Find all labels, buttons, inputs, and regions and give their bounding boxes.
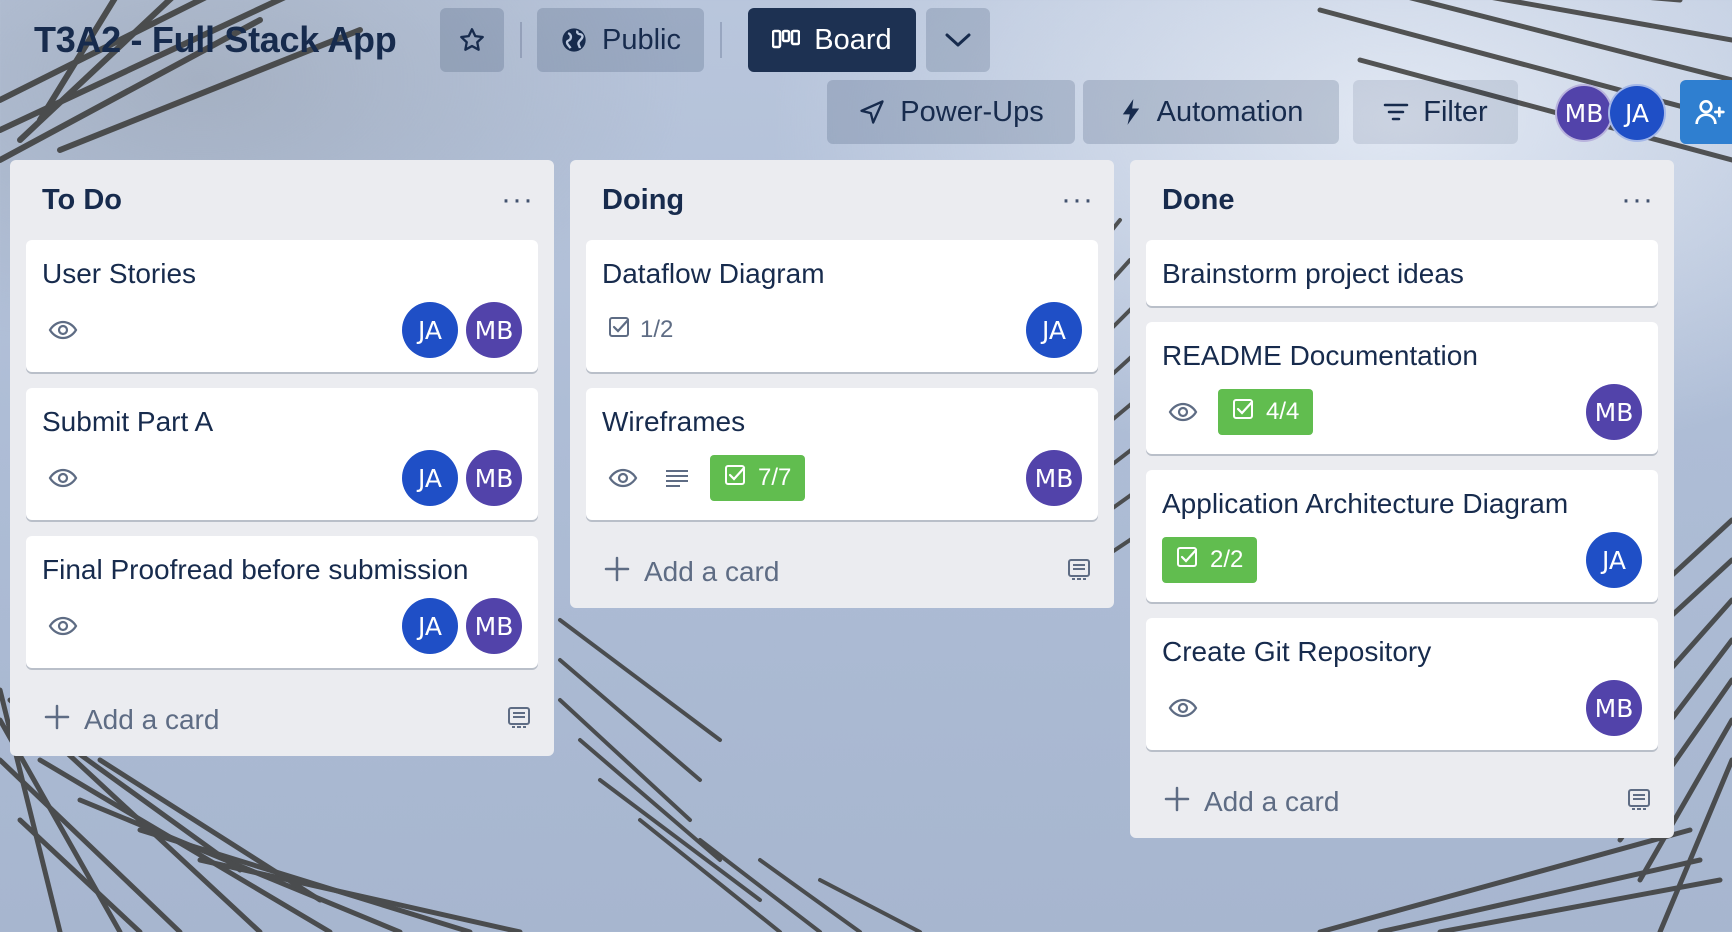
list-title[interactable]: To Do <box>42 184 122 217</box>
add-card-label: Add a card <box>1204 786 1340 817</box>
list-menu-button[interactable]: ··· <box>1621 183 1654 217</box>
chevron-down-icon <box>945 32 971 48</box>
card-title: Brainstorm project ideas <box>1162 258 1464 289</box>
list-title[interactable]: Doing <box>602 184 684 217</box>
card[interactable]: Create Git Repository MB <box>1146 618 1658 750</box>
card-title: Application Architecture Diagram <box>1162 488 1569 519</box>
checklist-icon <box>1232 397 1256 428</box>
header-divider <box>720 22 722 58</box>
list-menu-button[interactable]: ··· <box>1061 183 1094 217</box>
card-template-icon[interactable] <box>506 704 532 737</box>
filter-icon <box>1383 102 1409 122</box>
card-member-avatar[interactable]: MB <box>1026 450 1082 506</box>
checklist-count: 2/2 <box>1210 546 1244 573</box>
list-done: Done ··· Brainstorm project ideas README… <box>1130 160 1674 838</box>
card[interactable]: Submit Part A JA MB <box>26 388 538 520</box>
card-member-avatar[interactable]: MB <box>1586 680 1642 736</box>
board-title[interactable]: T3A2 - Full Stack App <box>34 18 397 62</box>
card-member-avatar[interactable]: MB <box>466 450 522 506</box>
visibility-button[interactable]: Public <box>537 8 704 72</box>
globe-icon <box>560 26 588 54</box>
plus-icon <box>604 556 630 589</box>
eye-icon <box>42 320 84 340</box>
checklist-count: 1/2 <box>640 316 674 343</box>
filter-button[interactable]: Filter <box>1353 80 1518 144</box>
automation-button[interactable]: Automation <box>1083 80 1339 144</box>
eye-icon <box>42 468 84 488</box>
checklist-count: 4/4 <box>1266 398 1300 425</box>
list-header: Done ··· <box>1130 160 1674 240</box>
list-doing: Doing ··· Dataflow Diagram 1/2 JA Wirefr… <box>570 160 1114 608</box>
card-member-avatar[interactable]: MB <box>466 598 522 654</box>
card-title: Dataflow Diagram <box>602 258 825 289</box>
board-member-avatar[interactable]: JA <box>1608 84 1666 142</box>
card-member-avatar[interactable]: JA <box>402 450 458 506</box>
plus-icon <box>1164 786 1190 819</box>
card[interactable]: README Documentation 4/4 MB <box>1146 322 1658 454</box>
eye-icon <box>1162 698 1204 718</box>
add-card-button[interactable]: Add a card <box>10 684 554 756</box>
star-icon <box>458 26 486 54</box>
card-title: Final Proofread before submission <box>42 554 469 585</box>
card[interactable]: Application Architecture Diagram 2/2 JA <box>1146 470 1658 602</box>
card[interactable]: Wireframes 7/7 MB <box>586 388 1098 520</box>
card-title: User Stories <box>42 258 197 289</box>
card[interactable]: Brainstorm project ideas <box>1146 240 1658 306</box>
checklist-icon <box>724 463 748 494</box>
checklist-badge-complete: 4/4 <box>1218 389 1314 435</box>
card-member-avatar[interactable]: MB <box>1586 384 1642 440</box>
add-card-label: Add a card <box>644 556 780 587</box>
header-divider <box>520 22 522 58</box>
list-header: Doing ··· <box>570 160 1114 240</box>
checklist-icon <box>1176 545 1200 576</box>
card-title: Wireframes <box>602 406 746 437</box>
eye-icon <box>42 616 84 636</box>
board-header: T3A2 - Full Stack App Public Board Power… <box>0 0 1732 150</box>
card-member-avatar[interactable]: JA <box>1586 532 1642 588</box>
description-icon <box>658 468 696 488</box>
board-icon <box>772 29 801 51</box>
visibility-label: Public <box>602 23 681 56</box>
add-member-icon <box>1694 96 1726 128</box>
card-template-icon[interactable] <box>1066 556 1092 589</box>
eye-icon <box>602 468 644 488</box>
board-member-avatar[interactable]: MB <box>1555 84 1613 142</box>
powerups-label: Power-Ups <box>900 95 1044 128</box>
eye-icon <box>1162 402 1204 422</box>
checklist-icon <box>608 315 632 346</box>
card-title: Create Git Repository <box>1162 636 1432 667</box>
view-switcher-button[interactable]: Board <box>748 8 916 72</box>
checklist-badge-complete: 7/7 <box>710 455 806 501</box>
card[interactable]: User Stories JA MB <box>26 240 538 372</box>
filter-label: Filter <box>1423 95 1488 128</box>
powerups-button[interactable]: Power-Ups <box>827 80 1075 144</box>
card-title: README Documentation <box>1162 340 1478 371</box>
card-member-avatar[interactable]: MB <box>466 302 522 358</box>
star-button[interactable] <box>440 8 504 72</box>
rocket-icon <box>858 98 886 126</box>
add-card-label: Add a card <box>84 704 220 735</box>
list-header: To Do ··· <box>10 160 554 240</box>
card-member-avatar[interactable]: JA <box>402 302 458 358</box>
list-menu-button[interactable]: ··· <box>501 183 534 217</box>
list-title[interactable]: Done <box>1162 184 1235 217</box>
view-dropdown-button[interactable] <box>926 8 990 72</box>
card[interactable]: Final Proofread before submission JA MB <box>26 536 538 668</box>
view-label: Board <box>814 23 892 56</box>
plus-icon <box>44 704 70 737</box>
lightning-icon <box>1119 98 1143 126</box>
list-todo: To Do ··· User Stories JA MB Submit Part… <box>10 160 554 756</box>
card-member-avatar[interactable]: JA <box>1026 302 1082 358</box>
add-card-button[interactable]: Add a card <box>570 536 1114 608</box>
share-button[interactable] <box>1680 80 1732 144</box>
automation-label: Automation <box>1156 95 1304 128</box>
card-title: Submit Part A <box>42 406 214 437</box>
checklist-badge: 1/2 <box>602 315 679 346</box>
card-member-avatar[interactable]: JA <box>402 598 458 654</box>
add-card-button[interactable]: Add a card <box>1130 766 1674 838</box>
card-template-icon[interactable] <box>1626 786 1652 819</box>
checklist-badge-complete: 2/2 <box>1162 537 1258 583</box>
card[interactable]: Dataflow Diagram 1/2 JA <box>586 240 1098 372</box>
checklist-count: 7/7 <box>758 464 792 491</box>
